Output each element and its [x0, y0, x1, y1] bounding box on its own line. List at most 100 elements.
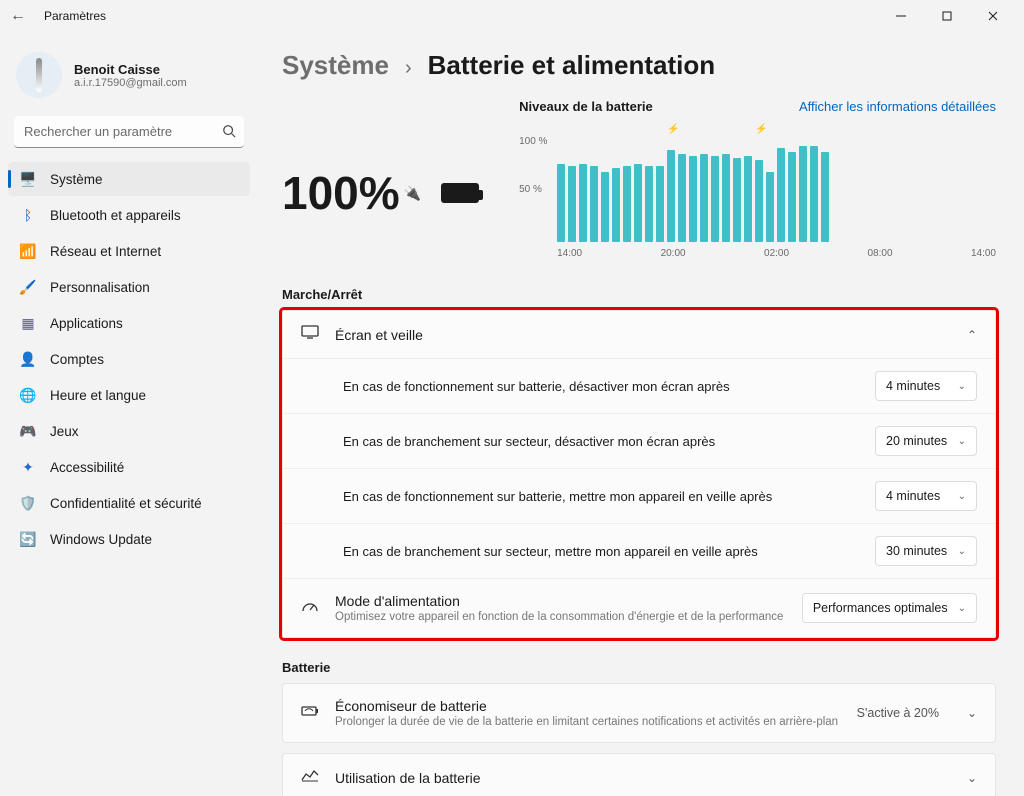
chart-bar — [623, 166, 631, 242]
chart-line-icon — [301, 768, 319, 787]
chart-bar — [755, 160, 763, 242]
chart-details-link[interactable]: Afficher les informations détaillées — [799, 99, 996, 114]
search-input[interactable] — [14, 116, 244, 148]
user-profile[interactable]: Benoit Caisse a.i.r.17590@gmail.com — [8, 44, 250, 116]
main-content: Système › Batterie et alimentation 100% … — [260, 32, 1024, 796]
chart-bar — [766, 172, 774, 242]
sidebar-item-games[interactable]: 🎮Jeux — [8, 414, 250, 448]
chart-bar — [656, 166, 664, 242]
sidebar-item-accessibility[interactable]: ✦Accessibilité — [8, 450, 250, 484]
chart-bar — [689, 156, 697, 242]
breadcrumb: Système › Batterie et alimentation — [282, 50, 996, 81]
chevron-down-icon: ⌄ — [958, 491, 966, 502]
sidebar-item-privacy[interactable]: 🛡️Confidentialité et sécurité — [8, 486, 250, 520]
titlebar: ← Paramètres — [0, 0, 1024, 32]
user-email: a.i.r.17590@gmail.com — [74, 77, 187, 89]
power-panel: Écran et veille ⌃ En cas de fonctionneme… — [282, 310, 996, 638]
display-icon: 🖥️ — [20, 171, 36, 187]
chart-bar — [612, 168, 620, 242]
monitor-icon — [301, 325, 319, 344]
chevron-down-icon: ⌄ — [958, 381, 966, 392]
leaf-battery-icon — [301, 704, 319, 723]
chevron-down-icon: ⌄ — [967, 771, 977, 785]
chart-title: Niveaux de la batterie — [519, 99, 653, 114]
chevron-down-icon: ⌄ — [958, 436, 966, 447]
power-mode-title: Mode d'alimentation — [335, 593, 786, 609]
sidebar-item-personalization[interactable]: 🖌️Personnalisation — [8, 270, 250, 304]
accessibility-icon: ✦ — [20, 459, 36, 475]
close-button[interactable] — [970, 0, 1016, 32]
user-name: Benoit Caisse — [74, 62, 187, 77]
battery-usage-title: Utilisation de la batterie — [335, 770, 481, 786]
back-button[interactable]: ← — [8, 7, 28, 25]
chart-x-axis: 14:0020:0002:0008:0014:00 — [519, 248, 996, 259]
battery-percentage: 100% — [282, 166, 400, 220]
sleep-plugged-row: En cas de branchement sur secteur, mettr… — [283, 524, 995, 579]
minimize-button[interactable] — [878, 0, 924, 32]
chart-bar — [711, 156, 719, 242]
screen-sleep-header[interactable]: Écran et veille ⌃ — [283, 311, 995, 359]
search-icon — [222, 124, 236, 143]
chart-bar — [777, 148, 785, 242]
chevron-right-icon: › — [405, 57, 412, 80]
chart-bar — [667, 150, 675, 242]
y-label-100: 100 % — [519, 136, 547, 147]
sidebar-item-system[interactable]: 🖥️Système — [8, 162, 250, 196]
chart-bar — [634, 164, 642, 242]
search-box — [14, 116, 244, 148]
section-power: Marche/Arrêt — [282, 287, 996, 302]
sleep-plugged-dropdown[interactable]: 30 minutes⌄ — [875, 536, 977, 566]
battery-saver-sub: Prolonger la durée de vie de la batterie… — [335, 716, 841, 728]
chart-bar — [601, 172, 609, 242]
chart-bar — [810, 146, 818, 242]
chevron-down-icon: ⌄ — [967, 706, 977, 720]
screen-sleep-title: Écran et veille — [335, 327, 423, 343]
y-label-50: 50 % — [519, 184, 542, 195]
chart-bar — [733, 158, 741, 242]
battery-usage-panel[interactable]: Utilisation de la batterie ⌄ — [282, 753, 996, 796]
chart-bar — [788, 152, 796, 242]
bluetooth-icon: ᛒ — [20, 207, 36, 223]
screen-off-plugged-row: En cas de branchement sur secteur, désac… — [283, 414, 995, 469]
person-icon: 👤 — [20, 351, 36, 367]
chart-bar — [568, 166, 576, 242]
screen-off-battery-row: En cas de fonctionnement sur batterie, d… — [283, 359, 995, 414]
charging-icon: ⚡ — [667, 124, 679, 135]
breadcrumb-parent[interactable]: Système — [282, 50, 389, 81]
section-battery: Batterie — [282, 660, 996, 675]
power-mode-row: Mode d'alimentation Optimisez votre appa… — [283, 579, 995, 637]
chevron-up-icon: ⌃ — [967, 328, 977, 342]
chart-bar — [590, 166, 598, 242]
power-mode-dropdown[interactable]: Performances optimales⌄ — [802, 593, 977, 623]
sync-icon: 🔄 — [20, 531, 36, 547]
charging-icon: ⚡ — [755, 124, 767, 135]
sidebar-item-network[interactable]: 📶Réseau et Internet — [8, 234, 250, 268]
chart-bar — [645, 166, 653, 242]
screen-off-battery-dropdown[interactable]: 4 minutes⌄ — [875, 371, 977, 401]
wifi-icon: 📶 — [20, 243, 36, 259]
game-icon: 🎮 — [20, 423, 36, 439]
battery-saver-panel[interactable]: Économiseur de batterie Prolonger la dur… — [282, 683, 996, 743]
plug-icon: 🔌 — [404, 185, 421, 202]
avatar — [16, 52, 62, 98]
chart-bar — [799, 146, 807, 242]
battery-icon — [441, 183, 479, 203]
sidebar-item-bluetooth[interactable]: ᛒBluetooth et appareils — [8, 198, 250, 232]
sidebar-item-time[interactable]: 🌐Heure et langue — [8, 378, 250, 412]
chart-bar — [557, 164, 565, 242]
chart-bar — [579, 164, 587, 242]
apps-icon: ▦ — [20, 315, 36, 331]
globe-clock-icon: 🌐 — [20, 387, 36, 403]
chart-bar — [821, 152, 829, 242]
sleep-battery-dropdown[interactable]: 4 minutes⌄ — [875, 481, 977, 511]
sidebar-item-update[interactable]: 🔄Windows Update — [8, 522, 250, 556]
chevron-down-icon: ⌄ — [958, 546, 966, 557]
sidebar-item-accounts[interactable]: 👤Comptes — [8, 342, 250, 376]
chart-bar — [700, 154, 708, 242]
screen-off-plugged-dropdown[interactable]: 20 minutes⌄ — [875, 426, 977, 456]
sidebar-item-apps[interactable]: ▦Applications — [8, 306, 250, 340]
battery-status: 100% 🔌 — [282, 99, 479, 259]
chart-bar — [744, 156, 752, 242]
chart-bar — [678, 154, 686, 242]
maximize-button[interactable] — [924, 0, 970, 32]
